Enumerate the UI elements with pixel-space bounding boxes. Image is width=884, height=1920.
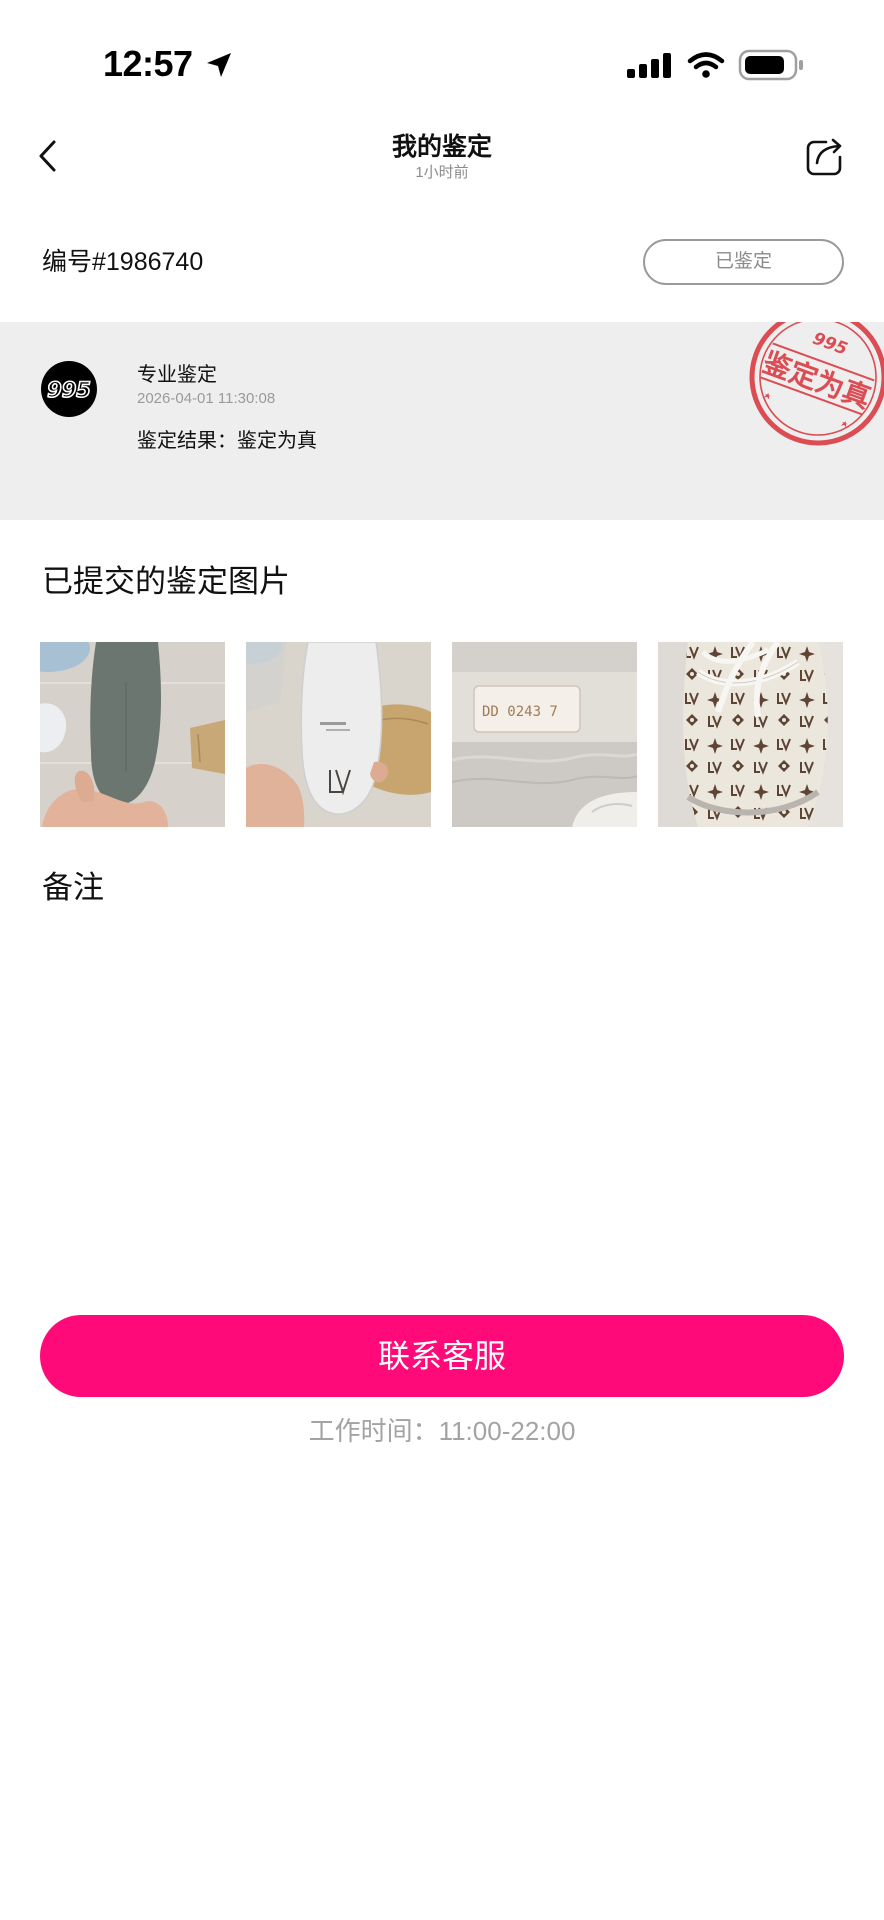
svg-text:995: 995 <box>810 329 850 360</box>
authentic-stamp: 995 鉴定为真 <box>749 322 884 446</box>
status-badge[interactable]: 已鉴定 <box>643 239 844 285</box>
support-hours: 工作时间：11:00-22:00 <box>308 1416 576 1446</box>
battery-icon <box>738 49 803 81</box>
appraiser-logo: 995 <box>41 361 97 417</box>
signal-icon <box>627 53 671 78</box>
size-label-text: DD 0243 7 <box>482 704 558 720</box>
status-time: 12:57 <box>103 43 193 84</box>
insole-top-photo <box>246 642 431 827</box>
submitted-photos-title: 已提交的鉴定图片 <box>42 564 290 599</box>
photo-thumbnail[interactable] <box>246 642 431 827</box>
photo-thumbnail[interactable] <box>40 642 225 827</box>
page-subtitle-time: 1小时前 <box>415 164 469 181</box>
photo-thumbnail[interactable]: DD 0243 7 <box>452 642 637 827</box>
size-label-photo: DD 0243 7 <box>452 642 637 827</box>
appraisal-type: 专业鉴定 <box>137 364 217 386</box>
svg-text:鉴定为真: 鉴定为真 <box>758 345 875 415</box>
page-title: 我的鉴定 <box>391 133 492 161</box>
chevron-left-icon[interactable] <box>30 136 70 176</box>
record-number: 编号#1986740 <box>42 248 204 276</box>
notes-title: 备注 <box>42 870 104 905</box>
insole-bottom-photo <box>40 642 225 827</box>
location-arrow-icon <box>207 53 231 77</box>
appraisal-result-text: 鉴定结果：鉴定为真 <box>137 430 317 452</box>
appraisal-detail-screen: 12:57 我的鉴定 1小时前 编号#1986740 已鉴定 995 专业鉴定 <box>0 0 884 1920</box>
contact-support-button[interactable]: 联系客服 <box>40 1315 844 1397</box>
photo-thumbnail[interactable] <box>658 642 843 827</box>
appraisal-result-card: 995 专业鉴定 2026-04-01 11:30:08 鉴定结果：鉴定为真 9… <box>0 322 884 520</box>
appraisal-datetime: 2026-04-01 11:30:08 <box>137 390 276 407</box>
monogram-lining-photo <box>658 642 843 827</box>
share-icon[interactable] <box>804 136 846 178</box>
wifi-icon <box>687 52 725 78</box>
svg-text:995: 995 <box>47 378 91 402</box>
